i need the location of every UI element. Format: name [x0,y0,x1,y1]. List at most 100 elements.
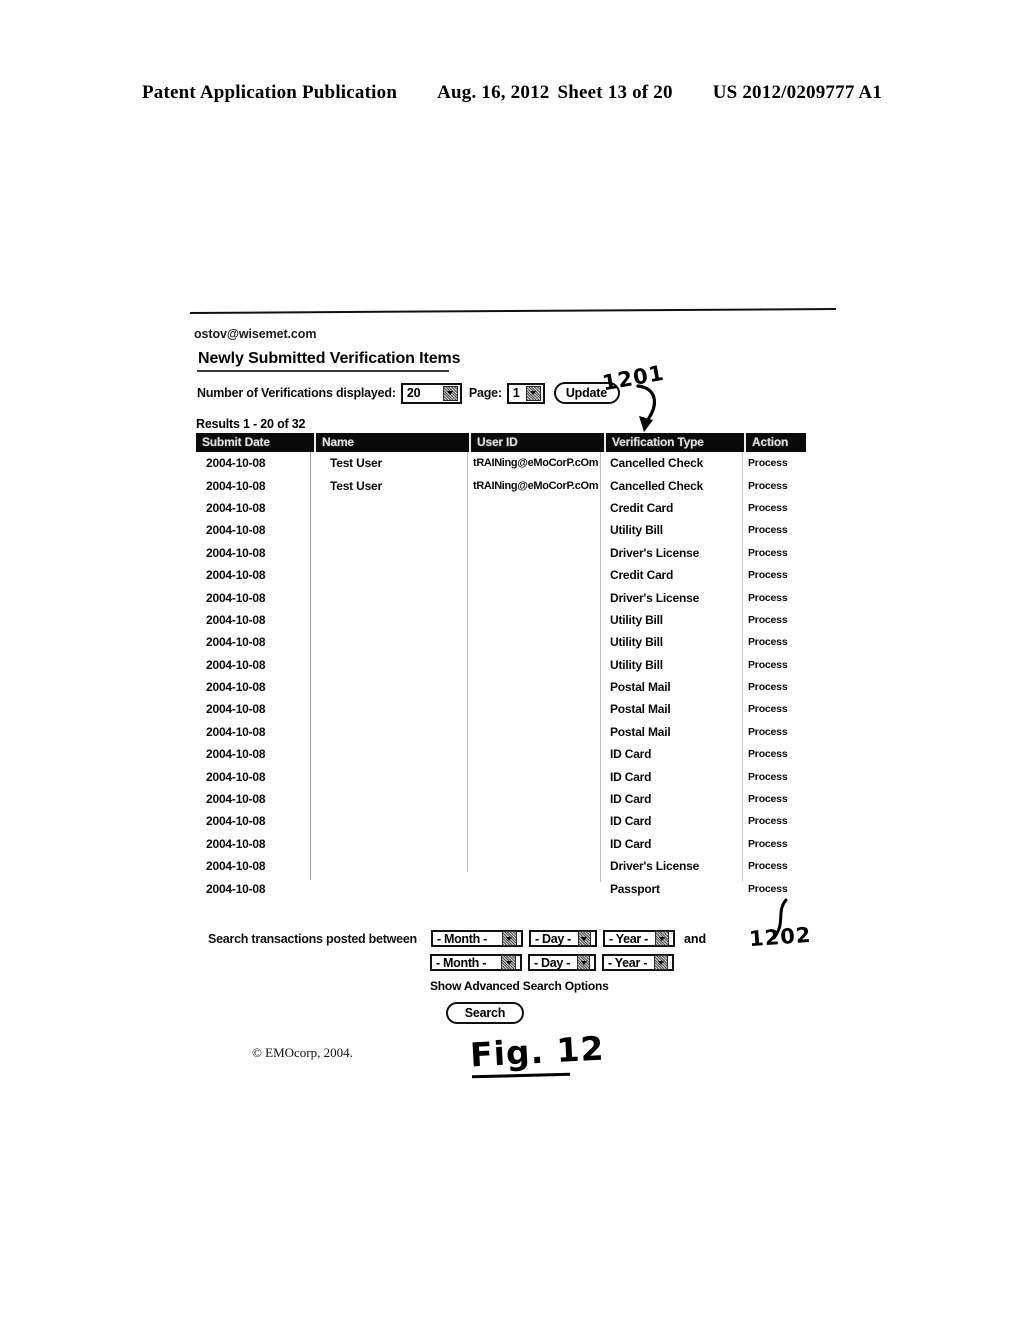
from-day-select[interactable]: - Day - [528,930,597,947]
chevron-down-icon [525,385,541,401]
search-panel: Search transactions posted between - Mon… [208,930,808,1024]
cell-submit-date: 2004-10-08 [206,836,266,851]
table-row: 2004-10-08 Credit Card Process [196,564,806,586]
cell-action[interactable]: Process [746,569,806,581]
cell-submit-date: 2004-10-08 [206,545,266,560]
cell-verification-type: ID Card [610,747,652,762]
cell-submit-date: 2004-10-08 [206,792,266,807]
cell-action[interactable]: Process [746,771,806,783]
cell-action[interactable]: Process [746,457,806,469]
cell-action[interactable]: Process [746,659,806,671]
cell-verification-type: Utility Bill [610,657,663,672]
cell-verification-type: ID Card [610,769,652,784]
account-email-label: ostov@wisemet.com [194,327,317,341]
cell-verification-type: Credit Card [610,500,674,515]
table-row: 2004-10-08 Postal Mail Process [196,676,806,698]
cell-action[interactable]: Process [746,592,806,604]
table-row: 2004-10-08 Postal Mail Process [196,721,806,743]
page-title: Newly Submitted Verification Items [198,350,461,367]
to-day-select[interactable]: - Day - [528,954,596,971]
page-number-value: 1 [512,386,520,400]
cell-action[interactable]: Process [746,636,806,648]
cell-action[interactable]: Process [746,703,806,715]
table-row: 2004-10-08 Test User tRAINing@eMoCorP.cOm C… [196,452,806,474]
copyright-notice: © EMOcorp, 2004. [252,1045,353,1060]
to-month-value: - Month - [436,955,487,970]
leader-arrow-1201-icon [636,384,656,432]
table-header-row: Submit Date Name User ID Verification Ty… [196,433,806,452]
cell-action[interactable]: Process [746,748,806,760]
verifications-count-label: Number of Verifications displayed: [197,386,396,400]
to-year-select[interactable]: - Year - [602,954,674,971]
from-month-select[interactable]: - Month - [430,930,523,947]
cell-submit-date: 2004-10-08 [206,724,266,739]
column-header-user-id[interactable]: User ID [471,433,606,452]
cell-verification-type: Utility Bill [610,612,663,627]
table-row: 2004-10-08 ID Card Process [196,810,806,832]
scan-artifact-line [467,452,468,872]
search-button[interactable]: Search [446,1002,524,1024]
to-day-value: - Day - [534,955,571,970]
cell-action[interactable]: Process [746,883,806,895]
cell-action[interactable]: Process [746,681,806,693]
cell-submit-date: 2004-10-08 [206,500,266,515]
range-conjunction-label: and [683,931,707,946]
chevron-down-icon [577,955,590,970]
cell-action[interactable]: Process [746,502,806,514]
table-row: 2004-10-08 Postal Mail Process [196,698,806,720]
cell-action[interactable]: Process [746,480,806,492]
search-date-range-from-row: Search transactions posted between - Mon… [208,930,808,947]
cell-submit-date: 2004-10-08 [206,612,266,627]
patent-page-header: Patent Application Publication Aug. 16, … [0,82,1024,104]
cell-submit-date: 2004-10-08 [206,814,266,829]
cell-action[interactable]: Process [746,726,806,738]
table-row: 2004-10-08 Utility Bill Process [196,519,806,541]
from-year-value: - Year - [608,931,648,946]
cell-submit-date: 2004-10-08 [206,590,266,605]
column-header-submit-date[interactable]: Submit Date [196,433,316,452]
table-row: 2004-10-08 ID Card Process [196,833,806,855]
table-row: 2004-10-08 Passport Process [196,877,806,899]
leader-line-1202-icon [772,898,788,940]
cell-action[interactable]: Process [746,860,806,872]
to-month-select[interactable]: - Month - [430,954,522,971]
cell-name: Test User [330,456,383,471]
cell-verification-type: Credit Card [610,568,674,583]
cell-submit-date: 2004-10-08 [206,635,266,650]
cell-submit-date: 2004-10-08 [206,859,266,874]
verifications-count-select[interactable]: 20 [400,382,462,404]
cell-action[interactable]: Process [746,793,806,805]
cell-user-id: tRAINing@eMoCorP.cOm [473,479,599,492]
column-header-name[interactable]: Name [316,433,471,452]
cell-submit-date: 2004-10-08 [206,568,266,583]
cell-action[interactable]: Process [746,547,806,559]
from-month-value: - Month - [436,931,487,946]
cell-action[interactable]: Process [746,815,806,827]
cell-action[interactable]: Process [746,614,806,626]
page-title-underline [197,370,449,372]
show-advanced-search-options-link[interactable]: Show Advanced Search Options [430,979,808,993]
table-row: 2004-10-08 ID Card Process [196,743,806,765]
verification-items-table: Submit Date Name User ID Verification Ty… [196,433,806,900]
cell-submit-date: 2004-10-08 [206,657,266,672]
cell-action[interactable]: Process [746,524,806,536]
cell-submit-date: 2004-10-08 [206,523,266,538]
results-summary: Results 1 - 20 of 32 [196,417,306,431]
page-number-select[interactable]: 1 [506,382,545,404]
cell-verification-type: Cancelled Check [610,478,704,493]
from-day-value: - Day - [534,931,572,946]
table-row: 2004-10-08 ID Card Process [196,765,806,787]
column-header-action[interactable]: Action [746,433,806,452]
verifications-count-value: 20 [406,386,421,400]
scan-artifact-line [600,452,601,882]
table-row: 2004-10-08 Credit Card Process [196,497,806,519]
cell-verification-type: Passport [610,881,660,896]
cell-submit-date: 2004-10-08 [206,478,266,493]
cell-verification-type: Driver's License [610,590,700,605]
cell-verification-type: ID Card [610,814,652,829]
cell-action[interactable]: Process [746,838,806,850]
cell-submit-date: 2004-10-08 [206,881,266,896]
from-year-select[interactable]: - Year - [602,930,675,947]
cell-verification-type: Driver's License [610,859,700,874]
table-row: 2004-10-08 Utility Bill Process [196,631,806,653]
